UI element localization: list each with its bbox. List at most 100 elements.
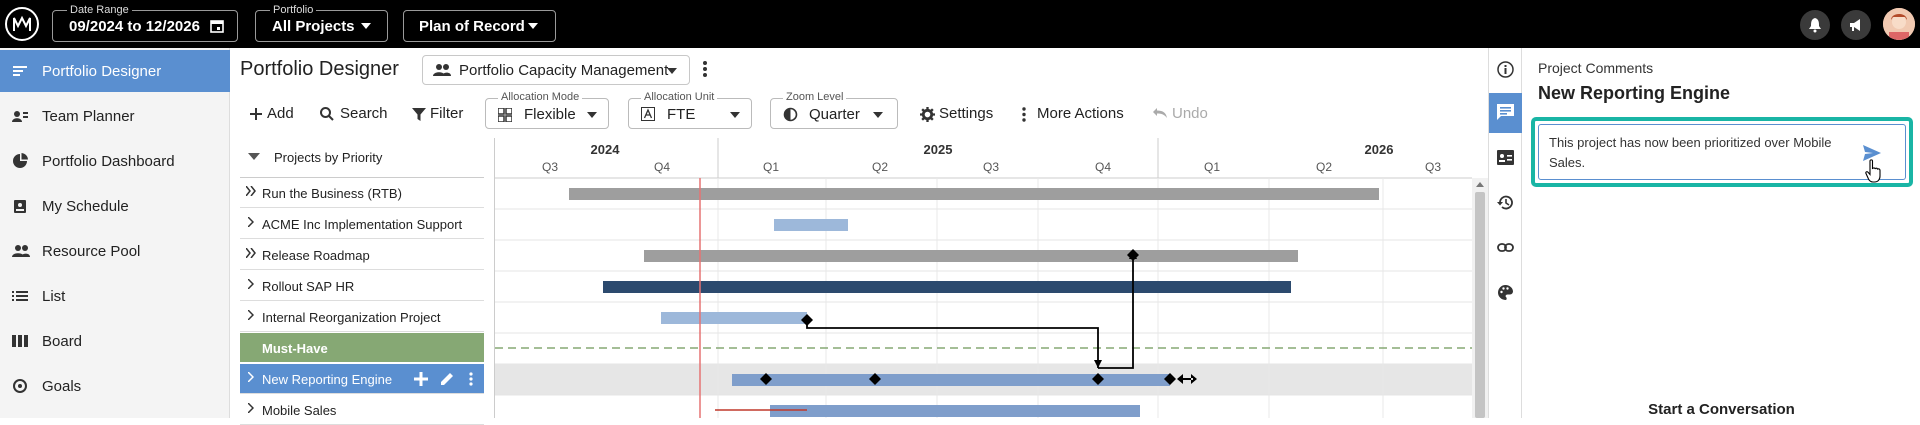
sidebar-item-my-schedule[interactable]: My Schedule bbox=[0, 185, 230, 227]
undo-label: Undo bbox=[1172, 105, 1208, 122]
sidebar-item-list[interactable]: List bbox=[0, 275, 230, 317]
project-name: Release Roadmap bbox=[262, 248, 370, 263]
scroll-up-icon[interactable] bbox=[1476, 182, 1484, 187]
comment-input[interactable]: This project has now been prioritized ov… bbox=[1538, 124, 1906, 183]
chevron-right-icon bbox=[248, 217, 254, 227]
view-select[interactable]: Portfolio Capacity Management bbox=[422, 55, 690, 85]
view-menu-button[interactable] bbox=[703, 61, 707, 77]
double-chevron-right-icon bbox=[246, 186, 257, 196]
announcements-button[interactable] bbox=[1841, 10, 1871, 40]
sidebar-item-team-planner[interactable]: Team Planner bbox=[0, 95, 230, 137]
notifications-button[interactable] bbox=[1800, 10, 1830, 40]
calendar-icon bbox=[209, 18, 225, 34]
sidebar-item-resource-pool[interactable]: Resource Pool bbox=[0, 230, 230, 272]
panel-section-label: Project Comments bbox=[1538, 60, 1654, 76]
comments-panel: Project Comments New Reporting Engine Th… bbox=[1523, 48, 1920, 418]
project-name: ACME Inc Implementation Support bbox=[262, 217, 463, 232]
search-label: Search bbox=[340, 105, 388, 122]
filter-icon bbox=[412, 108, 426, 121]
gear-icon bbox=[920, 107, 935, 122]
plan-select[interactable]: Plan of Record bbox=[403, 10, 556, 42]
quarter-label: Q3 bbox=[983, 160, 999, 174]
undo-icon bbox=[1152, 108, 1167, 119]
project-row[interactable]: Release Roadmap bbox=[240, 240, 484, 270]
appearance-tab[interactable] bbox=[1489, 273, 1522, 313]
letter-a-icon bbox=[641, 107, 655, 121]
palette-icon bbox=[1489, 284, 1522, 301]
more-vert-icon bbox=[703, 61, 707, 77]
edit-row-button[interactable] bbox=[440, 372, 454, 386]
user-avatar[interactable] bbox=[1883, 8, 1915, 40]
link-icon bbox=[1489, 239, 1522, 256]
project-row-selected[interactable]: New Reporting Engine bbox=[240, 364, 484, 394]
project-bar bbox=[603, 281, 1291, 293]
sidebar-item-label: Portfolio Designer bbox=[42, 63, 162, 80]
zoom-level-select[interactable]: Zoom Level Quarter bbox=[770, 91, 898, 129]
date-range-field[interactable]: Date Range 09/2024 to 12/2026 bbox=[52, 4, 238, 42]
portfolio-label: Portfolio bbox=[270, 4, 317, 16]
scrollbar-thumb[interactable] bbox=[1475, 192, 1485, 418]
gantt-chart[interactable]: 2024 2025 2026 Q3 Q4 Q1 Q2 Q3 Q4 Q1 Q2 Q3 bbox=[494, 138, 1472, 418]
comment-text: This project has now been prioritized ov… bbox=[1549, 135, 1832, 170]
badge-icon bbox=[1489, 149, 1522, 166]
info-tab[interactable] bbox=[1489, 50, 1522, 90]
project-row[interactable]: Run the Business (RTB) bbox=[240, 178, 484, 208]
sidebar-item-label: Board bbox=[42, 333, 83, 350]
project-bar bbox=[770, 405, 1140, 417]
chevron-down-icon bbox=[587, 112, 597, 118]
allocation-unit-select[interactable]: Allocation Unit FTE bbox=[628, 91, 752, 129]
sidebar-item-label: Team Planner bbox=[42, 108, 135, 125]
allocation-unit-value: FTE bbox=[667, 106, 696, 123]
double-chevron-right-icon bbox=[246, 248, 257, 258]
portfolio-designer-icon bbox=[12, 63, 28, 79]
sidebar-item-portfolio-dashboard[interactable]: Portfolio Dashboard bbox=[0, 140, 230, 182]
project-name: New Reporting Engine bbox=[262, 372, 393, 387]
filter-label: Filter bbox=[430, 105, 464, 122]
comments-tab[interactable] bbox=[1489, 93, 1522, 133]
sidebar-item-label: List bbox=[42, 288, 66, 305]
zoom-icon bbox=[783, 107, 798, 122]
sidebar-item-label: Portfolio Dashboard bbox=[42, 153, 175, 170]
megaphone-icon bbox=[1841, 16, 1871, 34]
portfolio-select[interactable]: Portfolio All Projects bbox=[255, 4, 388, 42]
grid-icon bbox=[498, 108, 512, 122]
top-bar: Date Range 09/2024 to 12/2026 Portfolio … bbox=[0, 0, 1920, 48]
grid-header: Projects by Priority bbox=[240, 138, 484, 178]
people-icon bbox=[12, 243, 30, 259]
gantt-canvas[interactable]: 2024 2025 2026 Q3 Q4 Q1 Q2 Q3 Q4 Q1 Q2 Q3 bbox=[495, 138, 1472, 418]
schedule-icon bbox=[12, 198, 28, 214]
chevron-down-icon bbox=[667, 68, 677, 74]
project-row[interactable]: ACME Inc Implementation Support bbox=[240, 209, 484, 239]
year-label: 2026 bbox=[1365, 142, 1394, 157]
project-bar bbox=[661, 312, 807, 324]
priority-group-row[interactable]: Must-Have bbox=[240, 333, 484, 363]
year-label: 2025 bbox=[924, 142, 953, 157]
chevron-down-icon bbox=[528, 23, 538, 29]
row-menu-button[interactable] bbox=[469, 372, 473, 386]
sidebar-item-goals[interactable]: Goals bbox=[0, 365, 230, 407]
app-logo[interactable] bbox=[4, 6, 40, 42]
quarter-label: Q1 bbox=[763, 160, 779, 174]
project-row[interactable]: Internal Reorganization Project bbox=[240, 302, 484, 332]
sidebar-item-portfolio-designer[interactable]: Portfolio Designer bbox=[0, 50, 230, 92]
sidebar-item-label: My Schedule bbox=[42, 198, 129, 215]
sidebar-item-board[interactable]: Board bbox=[0, 320, 230, 362]
assignments-tab[interactable] bbox=[1489, 138, 1522, 178]
sidebar: Portfolio Designer Team Planner Portfoli… bbox=[0, 48, 230, 418]
collapse-all-icon[interactable] bbox=[248, 153, 260, 160]
links-tab[interactable] bbox=[1489, 228, 1522, 268]
project-name: Internal Reorganization Project bbox=[262, 310, 441, 325]
project-row[interactable]: Rollout SAP HR bbox=[240, 271, 484, 301]
add-row-button[interactable] bbox=[414, 372, 428, 386]
history-tab[interactable] bbox=[1489, 183, 1522, 223]
allocation-mode-select[interactable]: Allocation Mode Flexible bbox=[485, 91, 609, 129]
gantt-scrollbar[interactable] bbox=[1472, 178, 1488, 418]
view-select-value: Portfolio Capacity Management bbox=[459, 62, 669, 79]
date-range-value: 09/2024 to 12/2026 bbox=[69, 18, 200, 35]
project-row[interactable]: Mobile Sales bbox=[240, 395, 484, 425]
project-bar bbox=[569, 188, 1379, 200]
project-name: Run the Business (RTB) bbox=[262, 186, 402, 201]
sidebar-item-label: Goals bbox=[42, 378, 82, 395]
comment-highlight: This project has now been prioritized ov… bbox=[1531, 117, 1913, 187]
grid-splitter[interactable] bbox=[484, 138, 494, 418]
